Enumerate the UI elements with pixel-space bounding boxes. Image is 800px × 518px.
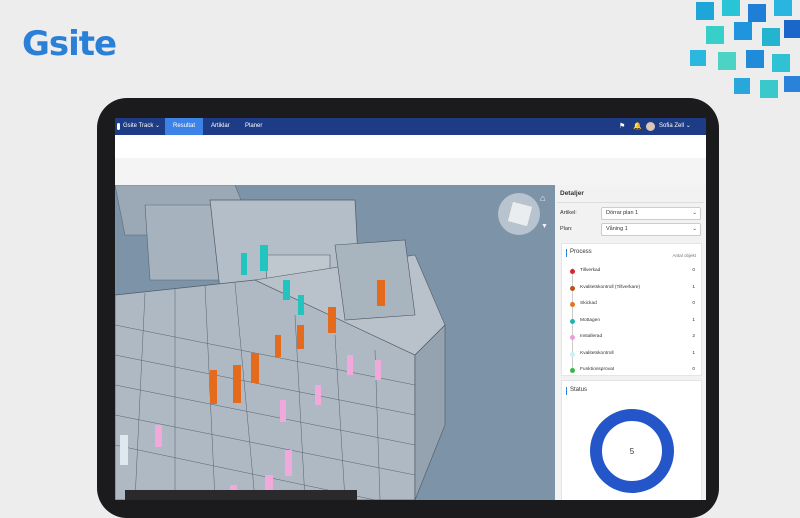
chevron-down-icon: ⌄ [685, 123, 691, 129]
process-row[interactable]: Kvalitetskontroll 1 [568, 349, 695, 359]
article-select[interactable]: Dörrar plan 1 ⌄ [601, 207, 701, 220]
status-dot-icon [570, 302, 575, 307]
chevron-down-icon: ⌄ [155, 123, 161, 129]
bim-3d-viewer[interactable]: ⌂ ▼ [115, 185, 555, 500]
status-dot-icon [570, 368, 575, 373]
status-title: Status [570, 387, 588, 393]
process-row-label: Kvalitetskontroll [580, 350, 614, 356]
process-row-count: 1 [692, 284, 695, 290]
status-dot-icon [570, 335, 575, 340]
article-label: Artikel: [560, 210, 577, 216]
process-row-count: 0 [692, 268, 695, 273]
chevron-down-icon: ⌄ [692, 210, 697, 216]
process-title: Process [570, 249, 592, 255]
process-row-count: 0 [692, 301, 695, 306]
tab-planer[interactable]: Planer [245, 118, 262, 135]
viewer-bottom-toolbar[interactable] [125, 490, 357, 500]
bell-icon[interactable]: 🔔 [633, 118, 642, 135]
filter-icon[interactable]: ▼ [541, 223, 548, 230]
app-menu-label: Gsite Track [123, 123, 154, 129]
process-row[interactable]: Tillverkad 0 [568, 266, 695, 276]
process-row-count: 1 [692, 317, 695, 323]
process-row-label: Mottagen [580, 317, 601, 323]
process-row-label: Skickad [580, 301, 597, 306]
user-avatar-icon[interactable] [646, 122, 655, 131]
app-logo-icon [117, 123, 120, 130]
view-cube-icon[interactable] [498, 193, 540, 235]
article-select-value: Dörrar plan 1 [606, 210, 639, 216]
status-dot-icon [570, 351, 575, 357]
process-row-count: 0 [692, 367, 695, 372]
toolbar-strip [115, 135, 706, 159]
process-row-count: 2 [692, 334, 695, 339]
process-row-count: 1 [692, 350, 695, 356]
building-model-render [115, 185, 446, 500]
status-card: Status 5 [561, 380, 702, 500]
process-row[interactable]: Installerad 2 [568, 332, 695, 342]
process-row[interactable]: Funktionsprovat 0 [568, 365, 695, 375]
user-menu[interactable]: Sofia Zell ⌄ [659, 118, 691, 135]
plan-label: Plan: [560, 226, 573, 232]
app-screen: Gsite Track ⌄ Resultat Artiklar Planer ⚑… [115, 118, 706, 500]
filter-strip [115, 158, 706, 185]
tab-resultat[interactable]: Resultat [165, 118, 203, 135]
app-menu-dropdown[interactable]: Gsite Track ⌄ [123, 118, 160, 135]
status-dot-icon [570, 269, 575, 274]
home-icon[interactable]: ⌂ [540, 193, 545, 203]
notification-flag-icon[interactable]: ⚑ [619, 118, 625, 135]
process-row-label: Tillverkad [580, 268, 601, 273]
decorative-cubes-graphic [690, 0, 800, 98]
gsite-logo: Gsite [22, 24, 117, 64]
user-name: Sofia Zell [659, 123, 685, 129]
status-total: 5 [630, 447, 635, 456]
process-row-label: Kvalitetskontroll (Tillverkare) [580, 284, 641, 290]
process-count-header: Antal objekt [672, 253, 696, 258]
details-title: Detaljer [560, 190, 584, 197]
status-dot-icon [570, 285, 575, 291]
tab-artiklar[interactable]: Artiklar [211, 118, 230, 135]
process-card: Process Antal objekt Tillverkad 0 Kvalitet… [561, 243, 702, 376]
process-row-label: Installerad [580, 334, 603, 339]
status-donut-chart: 5 [590, 409, 674, 493]
process-row[interactable]: Mottagen 1 [568, 316, 695, 326]
top-navigation-bar: Gsite Track ⌄ Resultat Artiklar Planer ⚑… [115, 118, 706, 135]
process-row-label: Funktionsprovat [580, 367, 615, 372]
process-row[interactable]: Kvalitetskontroll (Tillverkare) 1 [568, 283, 695, 293]
process-row[interactable]: Skickad 0 [568, 299, 695, 309]
chevron-down-icon: ⌄ [692, 226, 697, 232]
plan-select-value: Våning 1 [606, 226, 628, 232]
details-panel: Detaljer Artikel: Dörrar plan 1 ⌄ Plan: … [555, 185, 706, 500]
plan-select[interactable]: Våning 1 ⌄ [601, 223, 701, 236]
status-dot-icon [570, 318, 575, 324]
